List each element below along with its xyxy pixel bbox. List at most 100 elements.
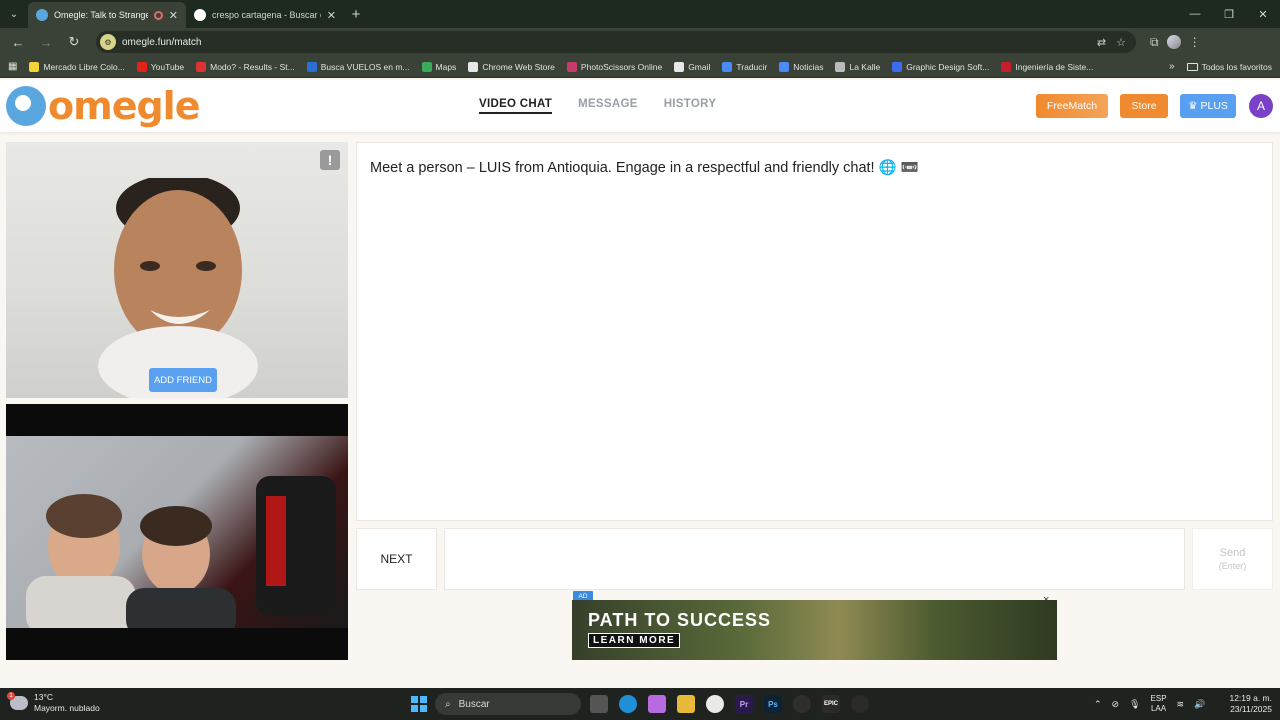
photoshop-icon[interactable]: Ps [764,695,782,713]
plus-label: PLUS [1200,100,1228,112]
window-controls: — ❐ ✕ [1178,0,1280,28]
send-button[interactable]: Send (Enter) [1192,528,1273,590]
copilot-icon[interactable] [648,695,666,713]
weather-description: Mayorm. nublado [34,703,100,713]
bookmark-label: Ingeniería de Siste... [1015,61,1094,72]
show-hidden-icons-icon[interactable]: ⌃ [1094,699,1102,710]
bookmark-label: YouTube [150,61,185,72]
epic-games-icon[interactable]: EPIC [822,695,840,713]
bookmark-gmail[interactable]: Gmail [674,61,710,72]
bookmark-chrome-web-store[interactable]: Chrome Web Store [468,61,555,72]
bookmark-maps[interactable]: Maps [421,61,457,72]
translate-icon [722,61,733,72]
close-window-icon[interactable]: ✕ [1246,8,1280,21]
all-bookmarks[interactable]: Todos los favoritos [1186,61,1272,72]
reload-icon[interactable]: ↻ [62,30,86,54]
profile-icon[interactable] [1166,35,1181,49]
logo-mark-icon [6,86,46,126]
translate-icon[interactable]: ⇄ [1097,36,1106,49]
bookmark-label: Maps [435,61,457,72]
bookmark-traducir[interactable]: Traducir [722,61,768,72]
edge-icon[interactable] [619,695,637,713]
tab-search-icon[interactable]: ⌄ [0,0,28,28]
forward-icon[interactable]: → [34,30,58,54]
restore-icon[interactable]: ❐ [1212,8,1246,21]
nav-message[interactable]: MESSAGE [578,98,638,114]
all-bookmarks-label: Todos los favoritos [1201,61,1272,72]
chat-controls: NEXT Send (Enter) [356,528,1273,590]
file-explorer-icon[interactable] [677,695,695,713]
tab-title: Omegle: Talk to Strangers w [54,10,148,20]
taskbar-search[interactable]: ⌕ Buscar [435,693,581,715]
back-icon[interactable]: ← [6,30,30,54]
clock[interactable]: 12:19 a. m. 23/11/2025 [1222,693,1272,715]
avatar[interactable]: A [1249,94,1273,118]
local-people-image [26,476,336,638]
add-friend-button[interactable]: ADD FRIEND [149,368,217,392]
chat-input[interactable] [444,528,1185,590]
more-bookmarks-icon[interactable]: » [1169,61,1175,72]
extensions-icon[interactable]: ⧉ [1150,35,1159,50]
bookmark-icon [835,61,846,72]
ad-close-icon[interactable]: × [1043,594,1049,606]
folder-icon [1186,62,1198,71]
menu-icon[interactable]: ⋮ [1189,35,1201,49]
omegle-favicon-icon [36,9,48,21]
language-top: ESP [1150,694,1167,703]
news-icon [779,61,790,72]
apps-grid-icon[interactable]: ▦ [8,61,17,72]
wifi-icon[interactable]: ≋ [1177,699,1185,710]
recording-indicator-icon [153,10,163,20]
ad-learn-more-button[interactable]: LEARN MORE [588,633,681,648]
url-text[interactable]: omegle.fun/match [122,37,202,48]
omegle-logo[interactable]: omegle [6,86,200,126]
report-button[interactable]: ! [320,150,340,170]
premiere-icon[interactable]: Pr [735,695,753,713]
next-button[interactable]: NEXT [356,528,437,590]
plus-button[interactable]: ♛ PLUS [1180,94,1236,118]
volume-icon[interactable]: 🔊 [1194,699,1205,710]
address-bar[interactable]: ⚙ omegle.fun/match ⇄ ☆ [96,31,1136,53]
windows-start-icon[interactable] [411,696,427,712]
site-info-icon[interactable]: ⚙ [100,34,116,50]
app-icon[interactable] [851,695,869,713]
bookmark-youtube[interactable]: YouTube [136,61,185,72]
bookmark-photoscissors[interactable]: PhotoScissors Online [566,61,662,72]
bookmark-graphic-design[interactable]: Graphic Design Soft... [892,61,989,72]
chrome-icon[interactable] [706,695,724,713]
weather-widget[interactable]: 1 13°C Mayorm. nublado [7,692,100,714]
bookmark-vuelos[interactable]: Busca VUELOS en m... [306,61,410,72]
search-placeholder: Buscar [458,698,490,710]
site-header: omegle VIDEO CHAT MESSAGE HISTORY FreeMa… [0,80,1280,132]
bookmark-star-icon[interactable]: ☆ [1116,36,1126,49]
nav-history[interactable]: HISTORY [664,98,717,114]
youtube-icon [136,61,147,72]
close-tab-icon[interactable]: ✕ [169,9,178,22]
new-tab-icon[interactable]: + [344,2,368,28]
camera-off-icon[interactable]: ⊘ [1112,699,1120,710]
language-indicator[interactable]: ESP LAA [1151,694,1167,714]
bookmark-icon [892,61,903,72]
bookmark-ingenieria[interactable]: Ingeniería de Siste... [1001,61,1094,72]
ad-banner[interactable]: PATH TO SUCCESS LEARN MORE [572,600,1057,660]
store-button[interactable]: Store [1120,94,1168,118]
tab-omegle[interactable]: Omegle: Talk to Strangers w ✕ [28,2,186,28]
task-view-icon[interactable] [590,695,608,713]
bookmarks-bar: ▦ Mercado Libre Colo... YouTube Modo? - … [0,56,1280,78]
microphone-icon[interactable]: 🎙 [1129,699,1140,710]
temperature: 13°C [34,692,53,702]
freematch-button[interactable]: FreeMatch [1036,94,1108,118]
bookmark-modo[interactable]: Modo? - Results - St... [196,61,295,72]
nav-video-chat[interactable]: VIDEO CHAT [479,98,553,114]
bookmark-label: Modo? - Results - St... [210,61,295,72]
bookmark-mercado-libre[interactable]: Mercado Libre Colo... [29,61,125,72]
minimize-icon[interactable]: — [1178,8,1212,20]
bookmark-noticias[interactable]: Noticias [779,61,823,72]
bookmark-la-kalle[interactable]: La Kalle [835,61,881,72]
close-tab-icon[interactable]: ✕ [327,9,336,22]
bookmark-label: Traducir [736,61,768,72]
obs-icon[interactable] [793,695,811,713]
bookmark-label: La Kalle [849,61,881,72]
tab-google-search[interactable]: crespo cartagena - Buscar con ✕ [186,2,344,28]
system-message: Meet a person – LUIS from Antioquia. Eng… [370,160,919,176]
